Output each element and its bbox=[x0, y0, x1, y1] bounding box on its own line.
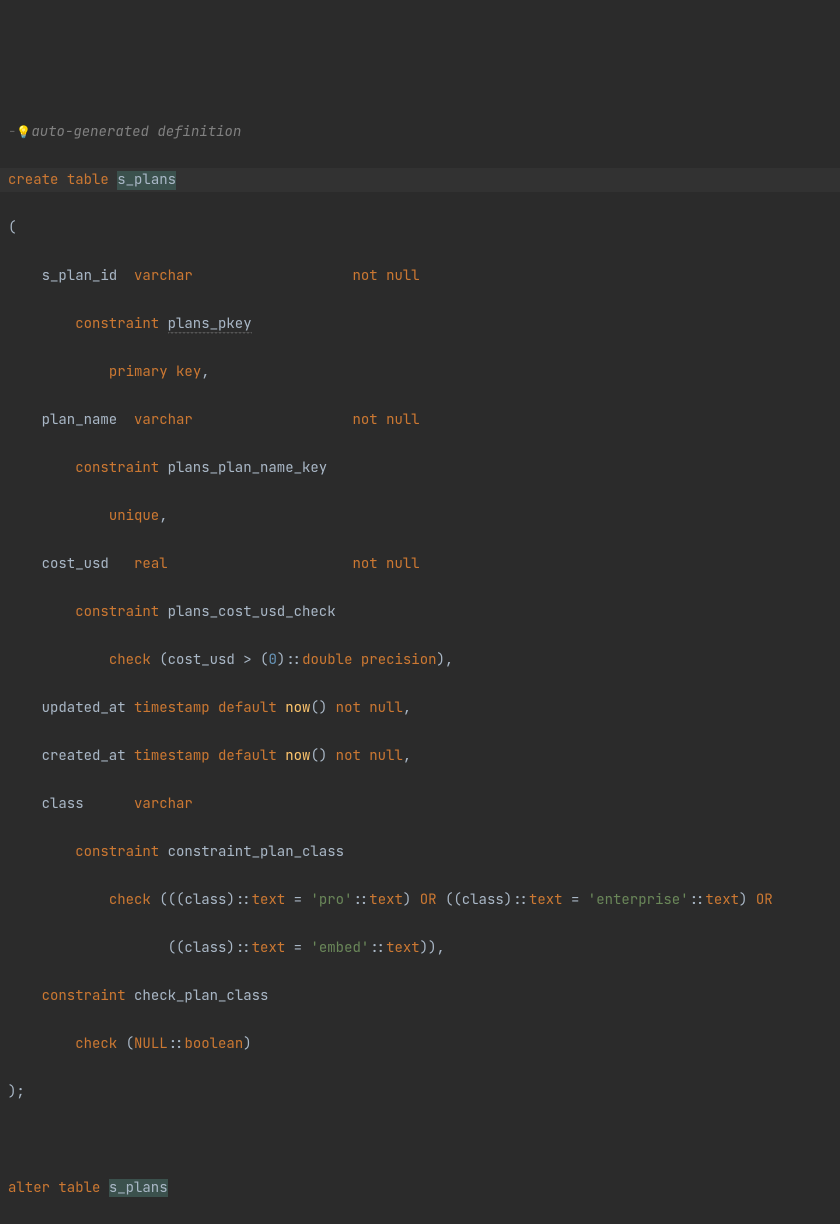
kw-null: null bbox=[386, 555, 420, 573]
kw-alter: alter bbox=[8, 1179, 50, 1197]
code-editor[interactable]: -💡auto-generated definition create table… bbox=[0, 96, 840, 1224]
id-cost-check: plans_cost_usd_check bbox=[168, 603, 336, 621]
type-real: real bbox=[134, 555, 168, 573]
kw-constraint: constraint bbox=[75, 459, 159, 477]
kw-key: key bbox=[176, 363, 201, 381]
keyword-table: table bbox=[67, 171, 109, 189]
type-varchar: varchar bbox=[134, 267, 193, 285]
col-plan-name: plan_name bbox=[42, 411, 118, 429]
table-name: s_plans bbox=[117, 171, 176, 190]
kw-not: not bbox=[352, 267, 377, 285]
kw-null: null bbox=[386, 267, 420, 285]
col-created-at: created_at bbox=[42, 747, 126, 765]
kw-not: not bbox=[352, 411, 377, 429]
kw-not: not bbox=[352, 555, 377, 573]
col-cost-usd: cost_usd bbox=[42, 555, 109, 573]
kw-check: check bbox=[109, 651, 151, 669]
col-s-plan-id: s_plan_id bbox=[42, 267, 118, 285]
paren-open: ( bbox=[8, 219, 16, 237]
type-varchar: varchar bbox=[134, 411, 193, 429]
kw-unique: unique bbox=[109, 507, 159, 525]
kw-constraint: constraint bbox=[75, 603, 159, 621]
id-plan-name-key: plans_plan_name_key bbox=[168, 459, 328, 477]
comment: auto-generated definition bbox=[31, 123, 241, 141]
kw-null: null bbox=[386, 411, 420, 429]
kw-constraint: constraint bbox=[75, 315, 159, 333]
lightbulb-icon[interactable]: 💡 bbox=[16, 124, 31, 140]
id-plans-pkey: plans_pkey bbox=[168, 315, 252, 334]
comma: , bbox=[201, 363, 209, 381]
comma: , bbox=[159, 507, 167, 525]
kw-primary: primary bbox=[109, 363, 168, 381]
keyword-create: create bbox=[8, 171, 58, 189]
col-updated-at: updated_at bbox=[42, 699, 126, 717]
table-name-ref: s_plans bbox=[109, 1179, 168, 1197]
col-class: class bbox=[42, 795, 84, 813]
